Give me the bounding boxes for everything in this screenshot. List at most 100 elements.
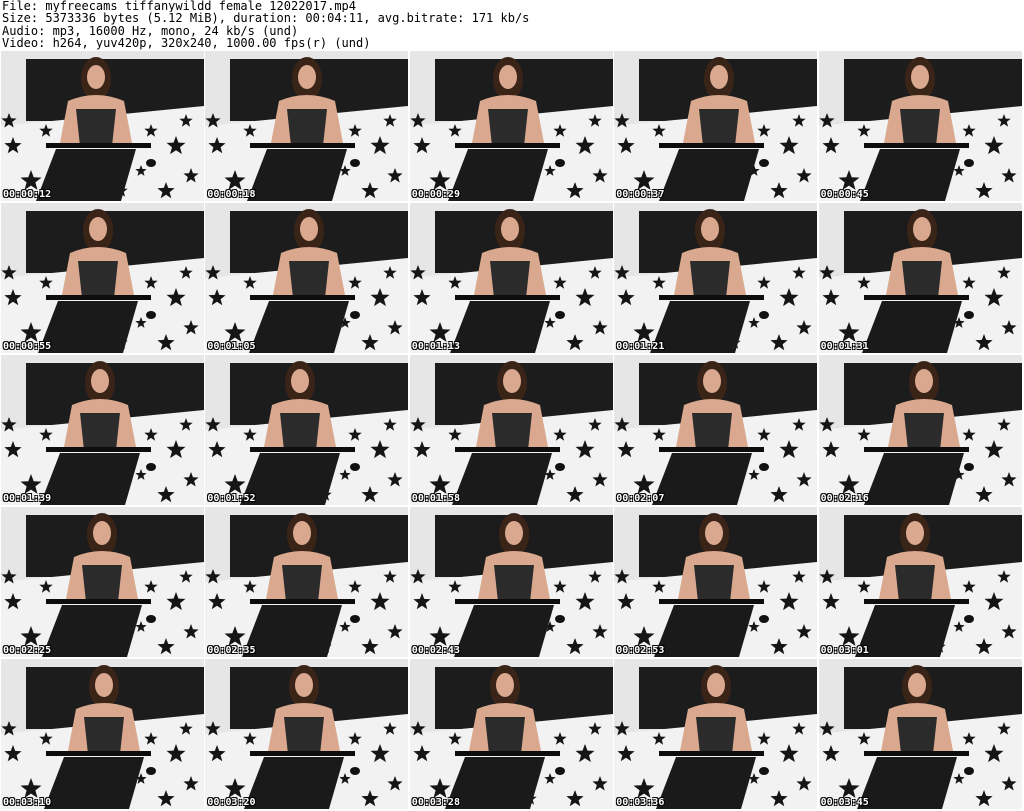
lingerie bbox=[284, 717, 325, 754]
thumbnail-timestamp: 00:00:18 bbox=[207, 189, 256, 200]
thumbnail-image bbox=[818, 355, 1022, 505]
video-thumbnail: 00:00:45 bbox=[818, 51, 1022, 201]
video-thumbnail: 00:03:36 bbox=[614, 659, 818, 809]
keyboard bbox=[46, 751, 151, 756]
thumbnail-timestamp: 00:03:20 bbox=[207, 797, 256, 808]
lingerie bbox=[487, 109, 528, 146]
lingerie bbox=[491, 413, 532, 450]
keyboard bbox=[454, 599, 560, 604]
video-thumbnail: 00:03:01 bbox=[818, 507, 1022, 657]
thumbnail-image bbox=[614, 203, 818, 353]
thumbnail-image bbox=[205, 203, 409, 353]
keyboard bbox=[250, 751, 356, 756]
face bbox=[93, 521, 111, 545]
thumbnail-timestamp: 00:02:35 bbox=[207, 645, 256, 656]
keyboard bbox=[863, 447, 969, 452]
thumbnail-image bbox=[818, 203, 1022, 353]
lingerie bbox=[76, 109, 116, 146]
face bbox=[87, 65, 105, 89]
computer-mouse bbox=[146, 463, 156, 471]
thumbnail-timestamp: 00:01:52 bbox=[207, 493, 256, 504]
computer-mouse bbox=[554, 311, 565, 319]
computer-mouse bbox=[963, 311, 974, 319]
thumbnail-timestamp: 00:03:28 bbox=[411, 797, 460, 808]
keyboard bbox=[454, 751, 560, 756]
thumbnail-image bbox=[205, 51, 409, 201]
face bbox=[89, 217, 107, 241]
video-thumbnail: 00:02:53 bbox=[614, 507, 818, 657]
thumbnail-timestamp: 00:00:37 bbox=[616, 189, 665, 200]
computer-mouse bbox=[146, 311, 156, 319]
thumbnail-timestamp: 00:02:25 bbox=[3, 645, 52, 656]
video-thumbnail: 00:00:55 bbox=[1, 203, 204, 353]
lingerie bbox=[696, 717, 737, 754]
keyboard bbox=[863, 143, 969, 148]
lingerie bbox=[80, 413, 120, 450]
lingerie bbox=[894, 565, 935, 602]
computer-mouse bbox=[759, 463, 770, 471]
video-thumbnail: 00:01:58 bbox=[409, 355, 613, 505]
thumbnail-timestamp: 00:01:39 bbox=[3, 493, 52, 504]
thumbnail-timestamp: 00:01:58 bbox=[411, 493, 460, 504]
lingerie bbox=[896, 717, 937, 754]
thumbnail-timestamp: 00:00:12 bbox=[3, 189, 52, 200]
computer-mouse bbox=[554, 463, 565, 471]
face bbox=[910, 65, 929, 89]
video-thumbnail: 00:01:21 bbox=[614, 203, 818, 353]
thumbnail-image bbox=[409, 659, 613, 809]
lingerie bbox=[690, 261, 731, 298]
thumbnail-image bbox=[1, 659, 204, 809]
video-thumbnail: 00:00:37 bbox=[614, 51, 818, 201]
lingerie bbox=[282, 565, 323, 602]
lingerie bbox=[899, 109, 940, 146]
face bbox=[293, 521, 312, 545]
keyboard bbox=[454, 295, 560, 300]
keyboard bbox=[454, 143, 560, 148]
lingerie bbox=[903, 413, 944, 450]
keyboard bbox=[659, 143, 765, 148]
thumbnail-image bbox=[614, 507, 818, 657]
video-thumbnail: 00:00:12 bbox=[1, 51, 204, 201]
keyboard bbox=[659, 751, 765, 756]
lingerie bbox=[289, 261, 330, 298]
thumbnail-timestamp: 00:02:43 bbox=[411, 645, 460, 656]
face bbox=[705, 521, 724, 545]
thumbnail-timestamp: 00:01:05 bbox=[207, 341, 256, 352]
lingerie bbox=[489, 261, 530, 298]
face bbox=[707, 673, 726, 697]
video-thumbnail: 00:02:35 bbox=[205, 507, 409, 657]
keyboard bbox=[863, 295, 969, 300]
thumbnail-timestamp: 00:03:36 bbox=[616, 797, 665, 808]
face bbox=[498, 65, 517, 89]
computer-mouse bbox=[146, 615, 156, 623]
computer-mouse bbox=[350, 463, 361, 471]
computer-mouse bbox=[146, 767, 156, 775]
video-thumbnail: 00:01:05 bbox=[205, 203, 409, 353]
thumbnail-image bbox=[409, 355, 613, 505]
thumbnail-timestamp: 00:01:13 bbox=[411, 341, 460, 352]
keyboard bbox=[46, 599, 151, 604]
face bbox=[95, 673, 113, 697]
thumbnail-timestamp: 00:02:07 bbox=[616, 493, 665, 504]
face bbox=[905, 521, 924, 545]
thumbnail-image bbox=[1, 355, 204, 505]
thumbnail-timestamp: 00:01:21 bbox=[616, 341, 665, 352]
thumbnail-timestamp: 00:02:16 bbox=[820, 493, 869, 504]
lingerie bbox=[694, 565, 735, 602]
keyboard bbox=[659, 447, 765, 452]
thumbnail-image bbox=[1, 51, 204, 201]
keyboard bbox=[250, 447, 356, 452]
face bbox=[907, 673, 926, 697]
face bbox=[504, 521, 523, 545]
video-thumbnail: 00:02:07 bbox=[614, 355, 818, 505]
thumbnail-timestamp: 00:00:45 bbox=[820, 189, 869, 200]
thumbnail-image bbox=[818, 659, 1022, 809]
computer-mouse bbox=[963, 159, 974, 167]
thumbnail-timestamp: 00:03:45 bbox=[820, 797, 869, 808]
thumbnail-timestamp: 00:02:53 bbox=[616, 645, 665, 656]
computer-mouse bbox=[350, 615, 361, 623]
thumbnail-timestamp: 00:00:55 bbox=[3, 341, 52, 352]
thumbnail-image bbox=[818, 507, 1022, 657]
computer-mouse bbox=[554, 615, 565, 623]
lingerie bbox=[692, 413, 733, 450]
